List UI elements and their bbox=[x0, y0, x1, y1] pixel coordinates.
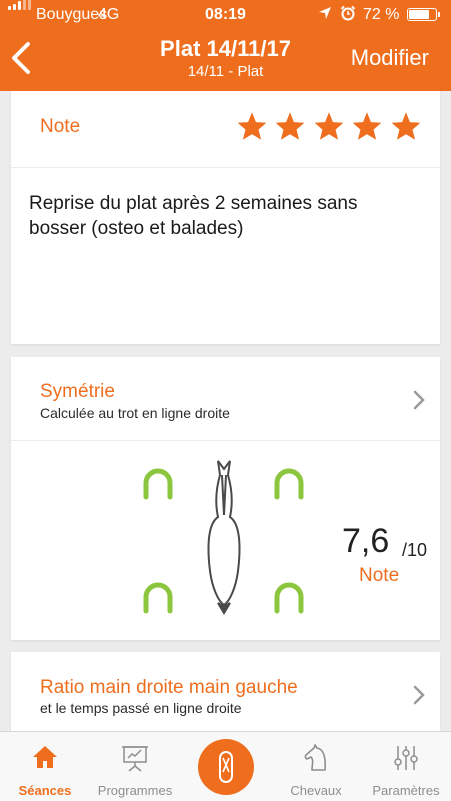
symmetry-score: 7,6 bbox=[342, 522, 390, 560]
horseshoe-icon bbox=[143, 468, 173, 500]
symmetry-subtitle: Calculée au trot en ligne droite bbox=[40, 405, 230, 421]
ratio-subtitle: et le temps passé en ligne droite bbox=[40, 700, 242, 716]
symmetry-score-max: /10 bbox=[402, 540, 428, 560]
star-icon[interactable] bbox=[274, 111, 306, 141]
note-label: Note bbox=[40, 116, 81, 137]
presentation-board-icon bbox=[120, 744, 150, 777]
tab-seances[interactable]: Séances bbox=[0, 732, 90, 801]
ratio-card[interactable]: Ratio main droite main gauche et le temp… bbox=[11, 652, 440, 732]
star-icon[interactable] bbox=[390, 111, 422, 141]
horseshoe-icon bbox=[274, 468, 304, 500]
divider bbox=[11, 167, 440, 168]
horse-head-icon bbox=[302, 744, 330, 777]
session-comment: Reprise du plat après 2 semaines sans bo… bbox=[29, 193, 358, 239]
battery-icon bbox=[407, 8, 440, 21]
horseshoe-icon bbox=[143, 582, 173, 614]
horseshoe-icon bbox=[274, 582, 304, 614]
chevron-right-icon bbox=[412, 389, 426, 416]
house-icon bbox=[31, 744, 59, 775]
alarm-clock-icon bbox=[340, 5, 356, 26]
tab-label: Chevaux bbox=[290, 783, 342, 798]
ratio-title: Ratio main droite main gauche bbox=[40, 677, 298, 698]
tab-parametres[interactable]: Paramètres bbox=[361, 732, 451, 801]
battery-percentage: 72 % bbox=[363, 6, 400, 23]
tab-programmes[interactable]: Programmes bbox=[90, 732, 180, 801]
divider bbox=[11, 440, 440, 441]
record-session-button[interactable] bbox=[198, 739, 254, 795]
note-card: Note Reprise du plat après 2 semaines sa… bbox=[11, 91, 440, 344]
tab-label: Programmes bbox=[97, 783, 173, 798]
star-icon[interactable] bbox=[313, 111, 345, 141]
edit-button[interactable]: Modifier bbox=[351, 45, 429, 71]
symmetry-score-label: Note bbox=[359, 565, 400, 586]
tab-label: Séances bbox=[18, 783, 72, 798]
record-session-icon bbox=[219, 751, 233, 783]
star-icon[interactable] bbox=[236, 111, 268, 141]
horse-top-view-icon bbox=[207, 460, 241, 615]
tab-chevaux[interactable]: Chevaux bbox=[271, 732, 361, 801]
chevron-right-icon bbox=[412, 684, 426, 711]
symmetry-card[interactable]: Symétrie Calculée au trot en ligne droit… bbox=[11, 357, 440, 640]
tab-label: Paramètres bbox=[372, 783, 440, 798]
star-icon[interactable] bbox=[351, 111, 383, 141]
app-header: Bouygues 4G 08:19 72 % Plat 14/11/17 14/… bbox=[0, 0, 451, 91]
symmetry-title: Symétrie bbox=[40, 381, 115, 402]
location-arrow-icon bbox=[318, 6, 332, 25]
sliders-icon bbox=[393, 744, 419, 777]
star-rating[interactable] bbox=[236, 111, 424, 146]
symmetry-diagram bbox=[136, 459, 311, 629]
status-bar: Bouygues 4G 08:19 72 % bbox=[0, 0, 451, 30]
